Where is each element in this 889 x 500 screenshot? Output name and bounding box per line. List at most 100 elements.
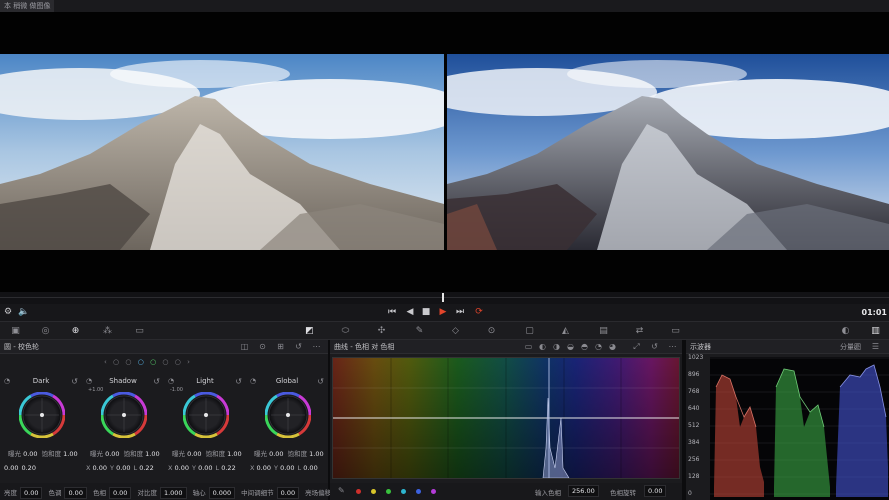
scope-settings-icon[interactable]: ☰ xyxy=(871,342,880,351)
window-icon[interactable]: ◇ xyxy=(450,326,461,337)
nav-prev-icon[interactable]: ‹ xyxy=(104,358,107,366)
scope-toggle-icon[interactable]: ◐ xyxy=(840,326,851,337)
color-wheel-dial[interactable] xyxy=(265,392,311,438)
eyedropper-icon[interactable]: ✎ xyxy=(414,326,425,337)
wheel-reset-icon[interactable]: ↺ xyxy=(153,377,160,386)
blur-icon[interactable]: ◭ xyxy=(560,326,571,337)
nav-dot-icon[interactable]: ○ xyxy=(138,358,144,366)
footer-value-field[interactable]: 0.00 xyxy=(20,487,43,499)
nav-dot-icon[interactable]: ○ xyxy=(175,358,181,366)
footer-value-field[interactable]: 0.00 xyxy=(276,487,300,499)
exposure-value[interactable]: 0.00 xyxy=(187,450,201,458)
wheel-reset-icon[interactable]: ↺ xyxy=(317,377,324,386)
tracker-icon[interactable]: ⊙ xyxy=(486,326,497,337)
nav-dot-icon[interactable]: ○ xyxy=(150,358,156,366)
curve-reset-icon[interactable]: ↺ xyxy=(650,342,659,351)
saturation-value[interactable]: 1.00 xyxy=(145,450,159,458)
curve-sat-lum-icon[interactable]: ◕ xyxy=(608,342,617,351)
bars-mode-icon[interactable]: ⊞ xyxy=(276,342,285,351)
curve-more-icon[interactable]: ⋯ xyxy=(668,342,677,351)
hue-dot-icon[interactable] xyxy=(431,489,436,494)
hue-dot-icon[interactable] xyxy=(356,489,361,494)
exposure-value[interactable]: 0.00 xyxy=(105,450,119,458)
footer-value-field[interactable]: 0.000 xyxy=(208,487,236,499)
wheel-xyz-value[interactable]: 0.00 xyxy=(93,464,107,472)
curve-hue-lum-icon[interactable]: ◒ xyxy=(566,342,575,351)
wheel-mode-icon[interactable]: ◔ xyxy=(86,377,92,385)
hue-curve-graph[interactable] xyxy=(332,357,680,479)
curve-custom-icon[interactable]: ▭ xyxy=(524,342,533,351)
playhead[interactable] xyxy=(442,293,444,302)
wheel-reset-icon[interactable]: ↺ xyxy=(235,377,242,386)
camera-raw-icon[interactable]: ▣ xyxy=(10,326,21,337)
wheel-reset-icon[interactable]: ↺ xyxy=(71,377,78,386)
magic-mask-icon[interactable]: ▢ xyxy=(524,326,535,337)
curve-picker-icon[interactable]: ✎ xyxy=(338,486,345,495)
curve-hue-sat-icon[interactable]: ◑ xyxy=(552,342,561,351)
motion-effects-icon[interactable]: ▭ xyxy=(134,326,145,337)
play-button[interactable]: ▶ xyxy=(437,307,449,318)
exposure-value[interactable]: 0.00 xyxy=(269,450,283,458)
settings-icon[interactable]: ⚙ xyxy=(2,307,14,318)
curve-hue-hue-icon[interactable]: ◐ xyxy=(538,342,547,351)
footer-value-field[interactable]: 0.00 xyxy=(64,487,87,499)
primaries-mode-icon[interactable]: ◫ xyxy=(240,342,249,351)
wheels-mode-icon[interactable]: ⊙ xyxy=(258,342,267,351)
color-match-icon[interactable]: ◎ xyxy=(40,326,51,337)
loop-button[interactable]: ⟳ xyxy=(473,307,485,318)
wheel-xyz-value[interactable]: 0.22 xyxy=(139,464,153,472)
footer-value-field[interactable]: 0.00 xyxy=(108,487,132,499)
wheel-xyz-value[interactable]: 0.00 xyxy=(257,464,271,472)
saturation-value[interactable]: 1.00 xyxy=(63,450,77,458)
color-wheel-dial[interactable] xyxy=(19,392,65,438)
qualifier-icon[interactable]: ✣ xyxy=(376,326,387,337)
curve-sat-sat-icon[interactable]: ◔ xyxy=(594,342,603,351)
saturation-value[interactable]: 1.00 xyxy=(309,450,323,458)
wheel-xyz-value[interactable]: 0.22 xyxy=(221,464,235,472)
scopes-icon[interactable]: ▥ xyxy=(870,326,881,337)
color-wheel-dial[interactable] xyxy=(101,392,147,438)
hue-dot-icon[interactable] xyxy=(386,489,391,494)
sizing-icon[interactable]: ⇄ xyxy=(634,326,645,337)
nav-dot-icon[interactable]: ○ xyxy=(113,358,119,366)
saturation-value[interactable]: 1.00 xyxy=(227,450,241,458)
graded-clip-image[interactable] xyxy=(447,54,889,250)
scrubber-track[interactable] xyxy=(0,297,889,298)
color-wheel-dial[interactable] xyxy=(183,392,229,438)
stop-button[interactable]: ■ xyxy=(420,307,432,318)
color-warper-icon[interactable]: ⬭ xyxy=(340,326,351,337)
3d-icon[interactable]: ▭ xyxy=(670,326,681,337)
hue-dot-icon[interactable] xyxy=(371,489,376,494)
input-hue-field[interactable]: 256.00 xyxy=(568,485,599,497)
rgb-mixer-icon[interactable]: ⁂ xyxy=(102,326,113,337)
exposure-value[interactable]: 0.00 xyxy=(23,450,37,458)
wheel-xyz-value[interactable]: 0.00 xyxy=(198,464,212,472)
wheel-xyz-value[interactable]: 0.00 xyxy=(280,464,294,472)
wheel-xyz-value[interactable]: 0.00 xyxy=(4,464,18,472)
viewer[interactable] xyxy=(0,12,889,292)
key-icon[interactable]: ▤ xyxy=(598,326,609,337)
wheel-mode-icon[interactable]: ◔ xyxy=(250,377,256,385)
wheel-xyz-value[interactable]: 0.00 xyxy=(175,464,189,472)
skip-end-button[interactable]: ⏭ xyxy=(454,307,466,318)
volume-icon[interactable]: 🔈 xyxy=(18,307,30,318)
wheel-mode-icon[interactable]: ◔ xyxy=(4,377,10,385)
skip-start-button[interactable]: ⏮ xyxy=(386,307,398,318)
wheel-mode-icon[interactable]: ◔ xyxy=(168,377,174,385)
wheel-xyz-value[interactable]: 0.00 xyxy=(303,464,317,472)
hue-rotate-field[interactable]: 0.00 xyxy=(644,485,667,497)
chevron-down-icon[interactable]: ⌄ xyxy=(851,342,860,351)
nav-dot-icon[interactable]: ○ xyxy=(162,358,168,366)
footer-value-field[interactable]: 1.000 xyxy=(159,487,187,499)
hue-dot-icon[interactable] xyxy=(416,489,421,494)
curves-icon[interactable]: ◩ xyxy=(304,326,315,337)
wheel-xyz-value[interactable]: 0.00 xyxy=(116,464,130,472)
nav-dot-icon[interactable]: ○ xyxy=(125,358,131,366)
curve-lum-sat-icon[interactable]: ◓ xyxy=(580,342,589,351)
wheel-page-nav[interactable]: ‹ ○ ○ ○ ○ ○ ○ › xyxy=(104,358,194,368)
reset-all-icon[interactable]: ↺ xyxy=(294,342,303,351)
timeline-scrubber[interactable] xyxy=(0,292,889,304)
nav-next-icon[interactable]: › xyxy=(187,358,190,366)
source-clip-image[interactable] xyxy=(0,54,444,250)
more-options-icon[interactable]: ⋯ xyxy=(312,342,321,351)
